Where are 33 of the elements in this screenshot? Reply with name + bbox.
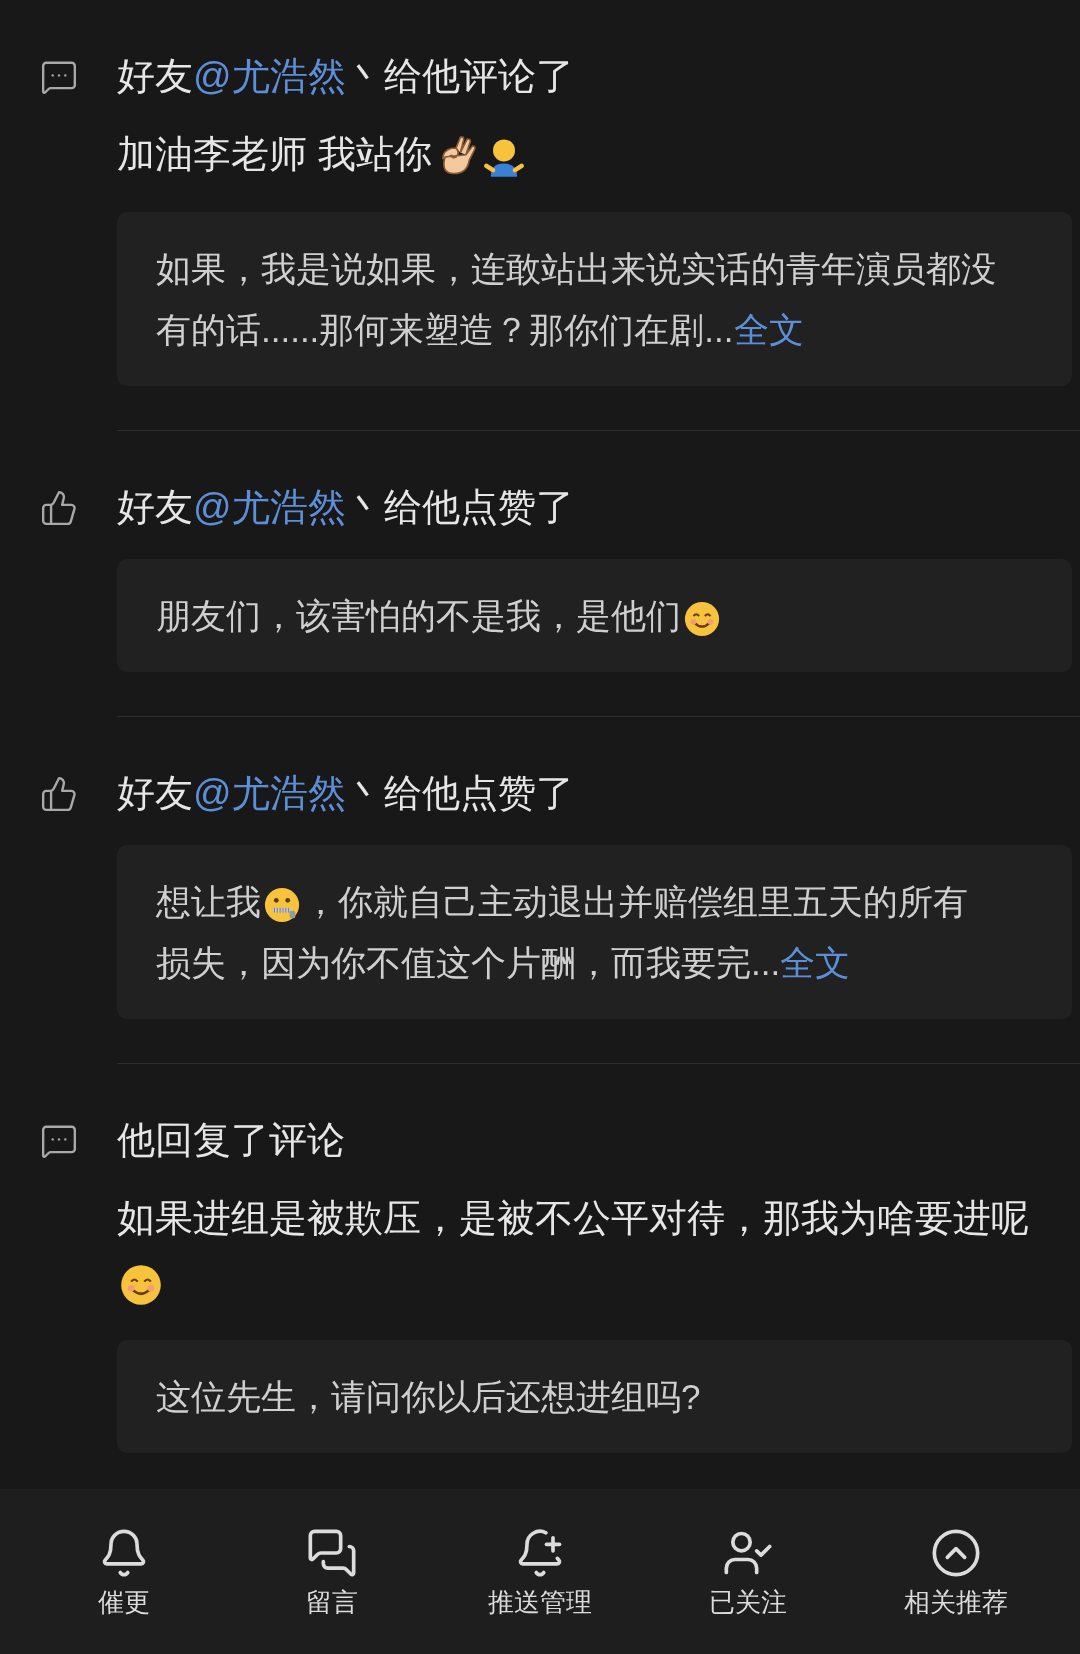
comment-text: 加油李老师 我站你: [117, 122, 1080, 186]
bottom-bar-button[interactable]: 留言: [247, 1526, 417, 1617]
quoted-post[interactable]: 这位先生，请问你以后还想进组吗?: [117, 1340, 1072, 1453]
friend-label: 好友: [117, 54, 193, 99]
activity-text: 丶给他点赞了: [345, 485, 574, 530]
activity-text: 丶给他评论了: [345, 54, 574, 99]
bottom-bar-button[interactable]: 催更: [39, 1526, 209, 1617]
full-text-link[interactable]: 全文: [780, 943, 851, 982]
quoted-text: 朋友们，该害怕的不是我，是他们: [156, 585, 1002, 646]
thumbs-up-icon: [39, 489, 78, 527]
friend-label: 好友: [117, 771, 193, 816]
quoted-post[interactable]: 如果，我是说如果，连敢站出来说实话的青年演员都没有的话......那何来塑造？那你们在剧...全文: [117, 212, 1072, 386]
quoted-text: 如果，我是说如果，连敢站出来说实话的青年演员都没有的话......那何来塑造？那你们在剧...全文: [156, 248, 997, 351]
user-link[interactable]: @尤浩然: [193, 50, 346, 102]
bottom-bar-button[interactable]: 推送管理: [455, 1526, 625, 1617]
zipper-face-icon: [263, 885, 301, 924]
activity-text: 丶给他点赞了: [345, 771, 574, 816]
quoted-text: 这位先生，请问你以后还想进组吗?: [156, 1376, 702, 1418]
quoted-post[interactable]: 朋友们，该害怕的不是我，是他们: [117, 559, 1072, 672]
thumbs-up-icon: [39, 775, 78, 813]
user-link[interactable]: @尤浩然: [193, 767, 346, 819]
user-link[interactable]: @尤浩然: [193, 481, 346, 533]
comment-text: 如果进组是被欺压，是被不公平对待，那我为啥要进呢: [117, 1186, 1080, 1314]
smiling-face-icon: [119, 1262, 163, 1307]
friend-label: 好友: [117, 485, 193, 530]
smiling-face-icon: [683, 599, 721, 638]
chat-bubbles-icon: [306, 1526, 358, 1579]
quoted-post[interactable]: 想让我 ，你就自己主动退出并赔偿组里五天的所有损失，因为你不值这个片酬，而我要完...全文: [117, 845, 1072, 1019]
activity-text: 他回复了评论: [117, 1118, 345, 1163]
quoted-text: 想让我 ，你就自己主动退出并赔偿组里五天的所有损失，因为你不值这个片酬，而我要完...全文: [156, 881, 969, 984]
bottom-bar-button[interactable]: 相关推荐: [871, 1526, 1041, 1617]
full-text-link[interactable]: 全文: [733, 310, 804, 349]
bottom-bar-button[interactable]: 已关注: [663, 1526, 833, 1617]
